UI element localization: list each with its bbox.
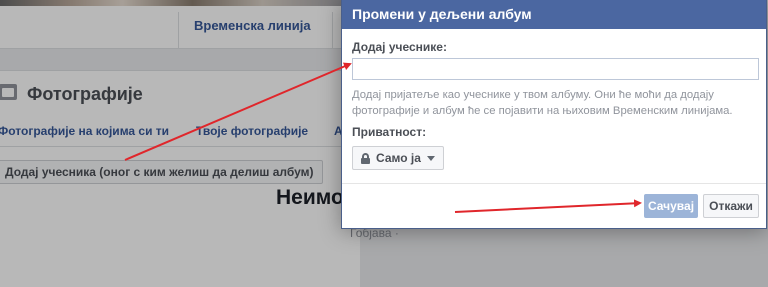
participants-label: Додај учеснике: bbox=[352, 40, 447, 54]
privacy-label: Приватност: bbox=[352, 125, 427, 139]
caret-down-icon bbox=[426, 155, 435, 161]
lock-icon bbox=[361, 152, 370, 164]
privacy-selector[interactable]: Само ја bbox=[352, 146, 444, 170]
privacy-value: Само ја bbox=[376, 151, 421, 165]
footer-divider bbox=[342, 183, 766, 184]
participants-helper-text: Додај пријатеље као учеснике у твом албу… bbox=[352, 89, 733, 117]
dialog-title: Промени у дељени албум bbox=[342, 0, 766, 29]
participants-input[interactable] bbox=[352, 58, 759, 80]
shared-album-dialog: Промени у дељени албум Додај учеснике: Д… bbox=[341, 0, 767, 229]
save-button[interactable]: Сачувај bbox=[644, 194, 698, 218]
cancel-button[interactable]: Откажи bbox=[703, 194, 759, 218]
